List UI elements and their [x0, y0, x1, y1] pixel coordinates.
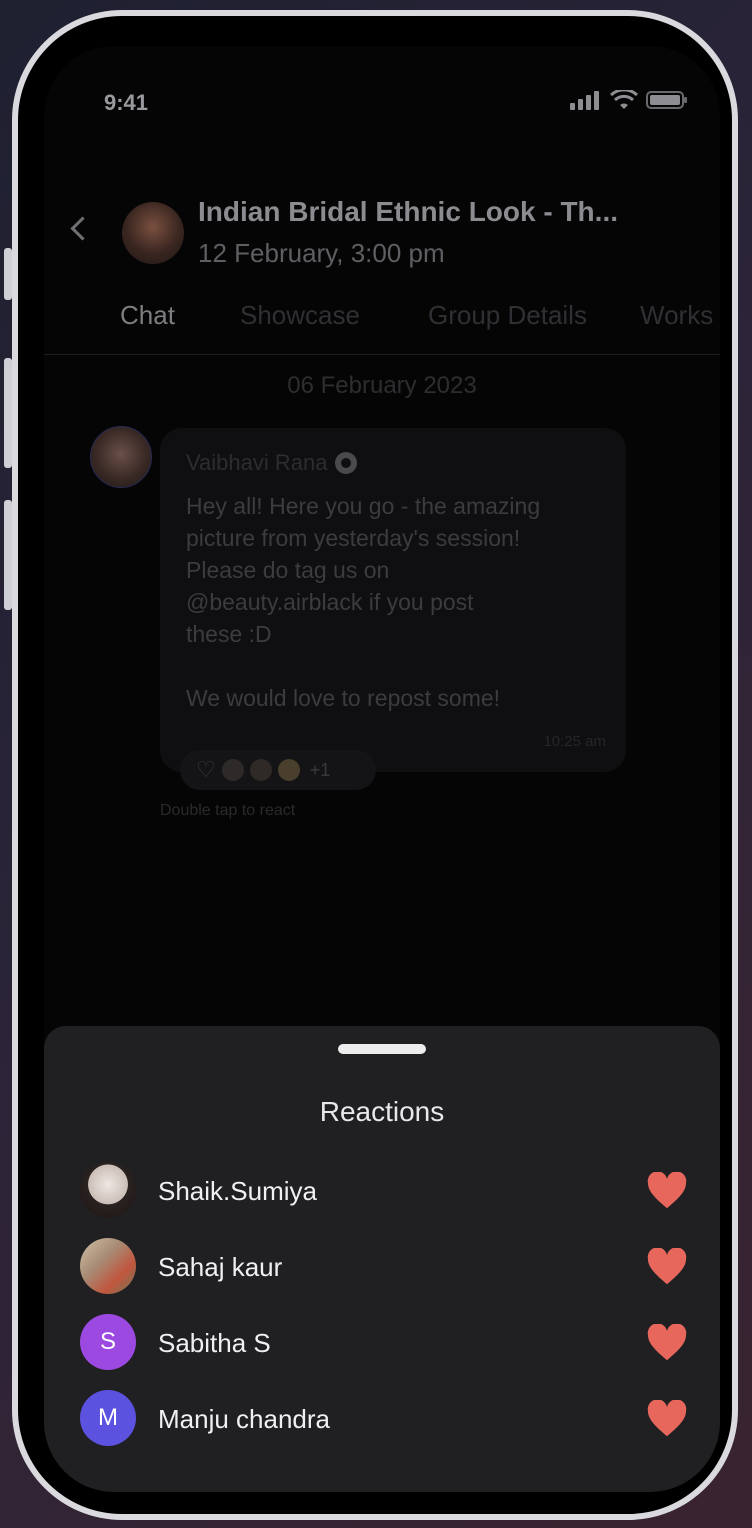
message-text: Hey all! Here you go - the amazing pictu… — [186, 490, 606, 714]
status-icons — [570, 90, 688, 110]
sheet-drag-handle[interactable] — [338, 1044, 426, 1054]
avatar — [80, 1238, 136, 1294]
tab-group-details[interactable]: Group Details — [428, 300, 587, 331]
message-line: these :D — [186, 621, 272, 647]
reactor-name: Sahaj kaur — [158, 1252, 283, 1282]
reactor-name: Manju chandra — [158, 1404, 330, 1434]
heart-icon — [647, 1400, 687, 1437]
sheet-title: Reactions — [319, 1096, 445, 1127]
heart-icon — [647, 1324, 687, 1361]
message-line: picture from yesterday's session! — [186, 525, 521, 551]
tab-chat[interactable]: Chat — [120, 300, 175, 331]
message-bubble[interactable]: Vaibhavi Rana Hey all! Here you go - the… — [160, 428, 626, 772]
avatar: M — [80, 1390, 136, 1446]
avatar: S — [80, 1314, 136, 1370]
sender-name: Vaibhavi Rana — [186, 450, 328, 475]
session-datetime: 12 February, 3:00 pm — [198, 238, 445, 268]
mute-switch — [4, 248, 12, 300]
volume-up-button — [4, 358, 12, 468]
reaction-count: +1 — [309, 759, 331, 780]
date-separator: 06 February 2023 — [287, 372, 477, 399]
tab-showcase[interactable]: Showcase — [240, 300, 360, 331]
reactor-row[interactable]: Shaik.Sumiya — [80, 1162, 688, 1222]
reaction-summary-pill[interactable]: ♡ +1 — [180, 750, 376, 790]
verified-badge-icon — [335, 452, 358, 474]
reactor-mini-avatar — [249, 759, 272, 781]
heart-icon — [647, 1172, 687, 1209]
avatar — [80, 1162, 136, 1218]
group-avatar[interactable] — [122, 202, 184, 264]
volume-down-button — [4, 500, 12, 610]
battery-icon — [646, 91, 687, 109]
reactor-row[interactable]: S Sabitha S — [80, 1314, 688, 1374]
sender-avatar[interactable] — [90, 426, 152, 488]
tab-works[interactable]: Works — [640, 300, 713, 331]
message-line: Please do tag us on — [186, 557, 390, 583]
heart-outline-icon[interactable]: ♡ — [196, 757, 216, 783]
chat-header: Indian Bridal Ethnic Look - Th... 12 Feb… — [44, 186, 720, 276]
reactor-name: Sabitha S — [158, 1328, 271, 1358]
reactor-name: Shaik.Sumiya — [158, 1176, 317, 1206]
reactor-row[interactable]: Sahaj kaur — [80, 1238, 688, 1298]
reactor-mini-avatar — [221, 759, 244, 781]
status-time: 9:41 — [104, 90, 149, 115]
reactor-mini-avatar — [277, 759, 300, 781]
reactor-row[interactable]: M Manju chandra — [80, 1390, 688, 1450]
message-line: @beauty.airblack if you post — [186, 589, 474, 615]
heart-icon — [647, 1248, 687, 1285]
reactions-sheet: Reactions Shaik.Sumiya Sahaj kaur S Sabi… — [44, 1026, 720, 1492]
wifi-icon — [610, 90, 638, 109]
group-title[interactable]: Indian Bridal Ethnic Look - Th... — [198, 196, 618, 228]
message-time: 10:25 am — [543, 733, 606, 750]
double-tap-hint: Double tap to react — [160, 802, 296, 819]
message-line: We would love to repost some! — [186, 685, 501, 711]
tab-bar: Chat Showcase Group Details Works — [44, 296, 720, 355]
app-screen: 9:41 Indian Bridal Ethnic Look - Th... 1… — [44, 46, 720, 1492]
message-line: Hey all! Here you go - the amazing — [186, 493, 541, 519]
back-chevron-icon[interactable] — [70, 216, 95, 241]
sender-row: Vaibhavi Rana — [186, 450, 358, 476]
signal-icon — [570, 91, 599, 110]
